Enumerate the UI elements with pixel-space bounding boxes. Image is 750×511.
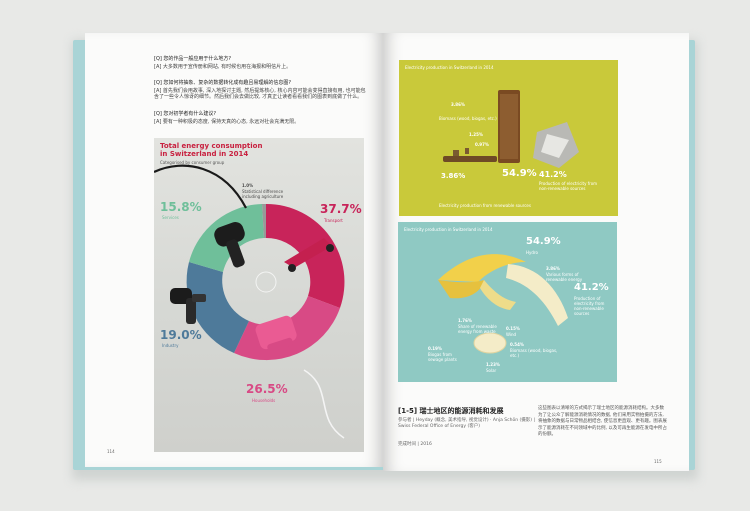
- yellow-stat-wind-pct: 0.97%: [475, 142, 489, 147]
- yellow-stat-hydro-pct: 54.9%: [502, 168, 537, 179]
- caption-title: [1-5] 瑞士地区的能源消耗和发展: [398, 407, 504, 415]
- teal-stat-waste-label: Share of renewable energy from waste: [458, 324, 497, 334]
- page-number-right: 115: [654, 459, 662, 464]
- yellow-photo-footer: Electricity production from renewable so…: [439, 203, 531, 208]
- pct-services: 15.8%: [160, 200, 202, 214]
- label-households: Households: [252, 398, 276, 403]
- chart-subtitle: Categorised by consumer group: [160, 160, 225, 165]
- yellow-photo-objects: [399, 60, 618, 216]
- pct-industry: 19.0%: [160, 328, 202, 342]
- yellow-photo-title: Electricity production in Switzerland in…: [405, 65, 494, 70]
- body-paragraph: 这些图表以清晰的方式揭示了瑞士地区的能源消耗结构。大多数为了让公众了解能源消耗情…: [538, 406, 667, 437]
- label-statistical: Statistical difference including agricul…: [242, 189, 284, 199]
- teal-stat-biogas-pct: 0.19%: [428, 346, 442, 351]
- page-number-left: 114: [107, 449, 115, 454]
- teal-stat-nonrenewable-pct: 41.2%: [574, 282, 609, 293]
- caption-date: 完成时间 | 2016: [398, 442, 432, 447]
- pct-statistical: 1.0%: [242, 183, 254, 188]
- teal-stat-waste-pct: 1.76%: [458, 318, 472, 323]
- teal-stat-hydro-label: Hydro: [526, 250, 538, 255]
- yellow-stat-nonrenewable-label: Production of electricity from non-renew…: [539, 181, 598, 191]
- teal-stat-solar-label: Solar: [486, 368, 497, 373]
- chart-title-line1: Total energy consumption: [160, 142, 263, 150]
- yellow-stat-waste-pct: 1.25%: [469, 132, 483, 137]
- teal-stat-nonrenewable-label: Production of electricity from non-renew…: [574, 296, 605, 316]
- qa-answer-2: [A] 首先我们会用故事, 深入地探讨主题, 然后提炼核心, 核心内容可能会变得…: [154, 88, 366, 100]
- teal-stat-various-pct: 3.86%: [546, 266, 560, 271]
- qa-question-1: [Q] 您的作品一般应用于什么地方?: [154, 56, 232, 62]
- chart-title-line2: in Switzerland in 2014: [160, 150, 249, 158]
- label-transport: Transport: [324, 218, 343, 223]
- teal-stat-various-label: Various forms of renewable energy: [546, 272, 583, 282]
- cereal-bar-tall: [498, 90, 520, 163]
- yellow-stat-renewable-pct: 3.86%: [441, 172, 466, 180]
- teal-stat-wind-pct: 0.15%: [506, 326, 520, 331]
- qa-question-2: [Q] 您如何将抽象、复杂的数据转化成有趣且易理解的信息图?: [154, 80, 292, 86]
- glass-object: [255, 271, 277, 293]
- qa-answer-3: [A] 要有一种积极的态度, 保持天真的心态, 永远对社会充满无限。: [154, 119, 300, 125]
- qa-answer-1: [A] 大多数用于宣传册和网站, 有时候也用在海报和明信片上。: [154, 64, 292, 70]
- teal-stat-biogas-label: Biogas from sewage plants: [428, 352, 457, 362]
- teal-stat-hydro-pct: 54.9%: [526, 236, 561, 247]
- yellow-stat-nonrenewable-pct: 41.2%: [539, 170, 567, 179]
- pct-households: 26.5%: [246, 382, 288, 396]
- yellow-stat-biomass-label: Biomass (wood, biogas, etc.): [439, 116, 497, 121]
- teal-stat-biomass-label: Biomass (wood, biogas, etc.): [510, 348, 558, 358]
- mixer-cable: [303, 369, 345, 439]
- caption-credits: 参与者 | Heyday (概念, 美术指导, 视觉设计) · Anja Sch…: [398, 418, 535, 429]
- electricity-photo-yellow: Electricity production in Switzerland in…: [399, 60, 618, 216]
- pct-transport: 37.7%: [320, 202, 362, 216]
- energy-consumption-photo: Total energy consumption in Switzerland …: [154, 138, 364, 452]
- electricity-photo-teal: Electricity production in Switzerland in…: [398, 222, 617, 382]
- teal-stat-solar-pct: 1.23%: [486, 362, 500, 367]
- banana-slice: [473, 332, 507, 354]
- teal-photo-title: Electricity production in Switzerland in…: [404, 227, 493, 232]
- qa-question-3: [Q] 您对初学者有什么建议?: [154, 111, 217, 117]
- yellow-stat-biomass-pct: 3.86%: [451, 102, 465, 107]
- teal-stat-biomass-pct: 0.54%: [510, 342, 524, 347]
- teal-stat-wind-label: Wind: [506, 332, 517, 337]
- donut-chart-photo: [154, 164, 345, 439]
- label-industry: Industry: [162, 343, 179, 348]
- label-services: Services: [162, 215, 179, 220]
